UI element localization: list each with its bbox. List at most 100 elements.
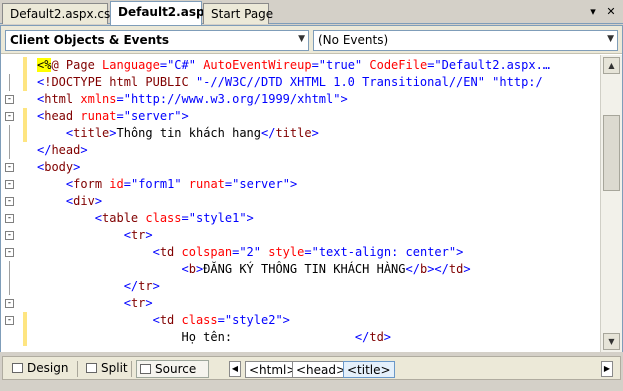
change-marker xyxy=(23,329,27,346)
scroll-up-icon[interactable]: ▲ xyxy=(603,57,620,74)
code-line[interactable]: <b>ĐĂNG KÝ THÔNG TIN KHÁCH HÀNG</b></td> xyxy=(1,261,599,278)
code-text: </head> xyxy=(37,142,88,159)
code-line[interactable]: <title>Thông tin khách hang</title> xyxy=(1,125,599,142)
code-token: > xyxy=(282,313,290,327)
code-line[interactable]: - <head runat="server"> xyxy=(1,108,599,125)
code-token: < xyxy=(123,228,131,242)
code-line[interactable]: <!DOCTYPE html PUBLIC "-//W3C//DTD XHTML… xyxy=(1,74,599,91)
code-text: <table class="style1"> xyxy=(37,210,254,227)
code-token: Language xyxy=(102,58,160,72)
collapse-icon[interactable]: - xyxy=(5,180,14,189)
code-text: <title>Thông tin khách hang</title> xyxy=(37,125,319,142)
code-text: <%@ Page Language="C#" AutoEventWireup="… xyxy=(37,57,550,74)
code-token: tr xyxy=(130,228,146,242)
tab-start-page[interactable]: Start Page xyxy=(203,3,273,24)
code-line[interactable]: <%@ Page Language="C#" AutoEventWireup="… xyxy=(1,57,599,74)
code-line[interactable]: - <tr> xyxy=(1,295,599,312)
code-line[interactable]: - <td colspan="2" style="text-align: cen… xyxy=(1,244,599,261)
code-text: <div> xyxy=(37,193,102,210)
collapse-icon[interactable]: - xyxy=(5,316,14,325)
code-token: body xyxy=(44,160,74,174)
objects-dropdown[interactable]: Client Objects & Events ▼ xyxy=(5,30,309,51)
code-line[interactable]: - <tr> xyxy=(1,227,599,244)
collapse-icon[interactable]: - xyxy=(5,214,14,223)
code-text: <form id="form1" runat="server"> xyxy=(37,176,297,193)
code-token: td xyxy=(159,245,175,259)
split-view-button[interactable]: Split xyxy=(83,360,129,378)
collapse-icon[interactable]: - xyxy=(5,163,14,172)
change-marker xyxy=(23,57,27,74)
separator xyxy=(131,361,132,377)
code-line[interactable]: - <body> xyxy=(1,159,599,176)
source-view-button[interactable]: Source xyxy=(136,360,209,378)
code-line[interactable]: - <td class="style2"> xyxy=(1,312,599,329)
collapse-icon[interactable]: - xyxy=(5,95,14,104)
code-area[interactable]: <%@ Page Language="C#" AutoEventWireup="… xyxy=(1,55,622,353)
code-text: <tr> xyxy=(37,295,153,312)
code-token: "text-align: center" xyxy=(311,245,457,259)
code-token: "http:/ xyxy=(492,75,543,89)
breadcrumb-left-arrow-icon[interactable]: ◀ xyxy=(229,361,241,377)
code-line[interactable]: - <div> xyxy=(1,193,599,210)
code-text: Họ tên: </td> xyxy=(37,329,391,346)
code-token: </ xyxy=(405,262,420,276)
code-token: td xyxy=(159,313,175,327)
collapse-icon[interactable]: - xyxy=(5,231,14,240)
tab-list-dropdown-icon[interactable]: ▾ xyxy=(586,5,600,18)
vertical-scrollbar[interactable]: ▲ ▼ xyxy=(600,55,622,353)
code-token: > xyxy=(289,177,298,191)
code-line[interactable]: Họ tên: </td> xyxy=(1,329,599,346)
design-view-button[interactable]: Design xyxy=(9,360,71,378)
breadcrumb-title[interactable]: <title> xyxy=(343,361,395,378)
code-token: tr xyxy=(130,296,146,310)
separator xyxy=(77,361,78,377)
events-dropdown[interactable]: (No Events) ▼ xyxy=(313,30,618,51)
code-line[interactable]: </tr> xyxy=(1,278,599,295)
code-token: = xyxy=(311,58,319,72)
code-token: colspan xyxy=(174,245,233,259)
code-token: < xyxy=(152,245,160,259)
code-text: <b>ĐĂNG KÝ THÔNG TIN KHÁCH HÀNG</b></td> xyxy=(37,261,471,278)
collapse-icon[interactable]: - xyxy=(5,248,14,257)
code-token: = xyxy=(123,177,131,191)
code-token: class xyxy=(138,211,182,225)
code-token: !DOCTYPE html PUBLIC xyxy=(44,75,196,89)
collapse-icon[interactable]: - xyxy=(5,197,14,206)
code-token: "form1" xyxy=(130,177,182,191)
code-token: > xyxy=(246,211,254,225)
code-line[interactable]: - <table class="style1"> xyxy=(1,210,599,227)
breadcrumb-head[interactable]: <head> xyxy=(292,361,351,378)
code-editor: Client Objects & Events ▼ (No Events) ▼ … xyxy=(0,25,623,353)
code-token: > xyxy=(80,143,88,157)
code-token: runat xyxy=(181,177,225,191)
breadcrumb-right-arrow-icon[interactable]: ▶ xyxy=(601,361,613,377)
code-line[interactable]: - <form id="form1" runat="server"> xyxy=(1,176,599,193)
scroll-down-icon[interactable]: ▼ xyxy=(603,333,620,350)
code-token: runat xyxy=(73,109,117,123)
code-token: > xyxy=(383,330,392,344)
tab-default2-aspx[interactable]: Default2.aspx* xyxy=(110,1,219,25)
code-line[interactable]: - <html xmlns="http://www.w3.org/1999/xht… xyxy=(1,91,599,108)
code-line[interactable]: </head> xyxy=(1,142,599,159)
scrollbar-thumb[interactable] xyxy=(603,115,620,191)
tab-default2-aspx-cs[interactable]: Default2.aspx.cs xyxy=(2,3,110,24)
collapse-icon[interactable]: - xyxy=(5,112,14,121)
close-icon[interactable]: ✕ xyxy=(604,5,618,18)
code-text: <tr> xyxy=(37,227,153,244)
collapse-icon[interactable]: - xyxy=(5,299,14,308)
code-token: > xyxy=(456,245,464,259)
view-switcher-strip: Design Split Source ◀ <html> <head> <tit… xyxy=(2,356,621,380)
fold-guide xyxy=(9,261,10,278)
events-dropdown-value: (No Events) xyxy=(318,33,389,47)
code-text: <td colspan="2" style="text-align: cente… xyxy=(37,244,464,261)
code-token: "C#" xyxy=(167,58,196,72)
code-token: > xyxy=(145,296,153,310)
code-token: > xyxy=(311,126,319,140)
fold-guide xyxy=(9,74,10,91)
code-token: Thông tin khách hang xyxy=(116,126,262,140)
code-token: < xyxy=(152,313,160,327)
source-label: Source xyxy=(155,362,197,376)
